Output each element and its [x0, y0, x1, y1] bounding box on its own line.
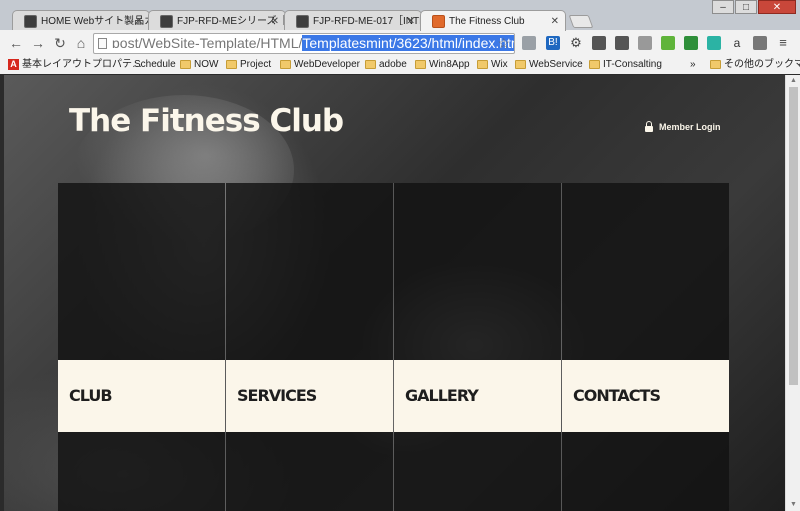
- bookmark-item[interactable]: Win8App: [415, 58, 470, 72]
- other-bookmarks[interactable]: その他のブックマーク: [710, 58, 800, 72]
- amazon-icon[interactable]: a: [730, 36, 744, 50]
- nav-item-gallery[interactable]: GALLERY: [394, 360, 561, 432]
- scroll-up-icon[interactable]: ▲: [786, 75, 800, 87]
- bookmark-item[interactable]: adobe: [365, 58, 407, 72]
- bookmarks-bar: A 基本レイアウトプロパテ… Schedule NOW Project WebDe…: [0, 56, 800, 74]
- nav-column-gallery: GALLERY: [394, 183, 562, 511]
- window-close-icon[interactable]: ✕: [758, 0, 796, 14]
- site-title[interactable]: The Fitness Club: [69, 103, 344, 139]
- cast-icon[interactable]: [638, 36, 652, 50]
- page-icon: [98, 38, 107, 49]
- bookmark-label: adobe: [379, 59, 407, 70]
- bookmark-item[interactable]: WebDeveloper: [280, 58, 360, 72]
- extension-icon[interactable]: [661, 36, 675, 50]
- nav-label: SERVICES: [237, 386, 317, 405]
- menu-icon[interactable]: ≡: [776, 36, 790, 50]
- address-bar[interactable]: ɒost/WebSite-Template/HTML/Templatesmint…: [93, 33, 515, 54]
- gear-icon[interactable]: ⚙: [569, 36, 583, 50]
- bookmark-item[interactable]: Schedule: [120, 58, 176, 72]
- page-favicon-icon: [24, 15, 37, 28]
- reload-icon[interactable]: ↻: [52, 35, 68, 51]
- nav-item-club[interactable]: CLUB: [58, 360, 225, 432]
- new-tab-button[interactable]: [568, 15, 594, 28]
- bookmark-label: IT-Consalting: [603, 59, 662, 70]
- adobe-icon: A: [8, 59, 19, 70]
- folder-icon: [710, 60, 721, 69]
- nav-label: GALLERY: [405, 386, 479, 405]
- extension-icon[interactable]: [522, 36, 536, 50]
- nav-label: CONTACTS: [573, 386, 661, 405]
- close-icon[interactable]: ✕: [407, 11, 415, 31]
- scrollbar-thumb[interactable]: [789, 87, 798, 385]
- folder-icon: [415, 60, 426, 69]
- bookmark-item[interactable]: NOW: [180, 58, 218, 72]
- template-favicon-icon: [432, 15, 445, 28]
- folder-icon: [280, 60, 291, 69]
- close-icon[interactable]: ✕: [551, 11, 559, 31]
- bookmark-item[interactable]: IT-Consalting: [589, 58, 662, 72]
- scroll-down-icon[interactable]: ▼: [786, 499, 800, 511]
- nav-label: CLUB: [69, 386, 113, 405]
- back-icon[interactable]: ←: [8, 35, 24, 51]
- nav-item-contacts[interactable]: CONTACTS: [562, 360, 729, 432]
- member-login-label: Member Login: [659, 122, 721, 132]
- page-viewport: The Fitness Club Member Login CLUB SERVI…: [4, 75, 785, 511]
- bookmark-item[interactable]: Project: [226, 58, 271, 72]
- tab-strip: HOME Webサイト製品カタロ ✕ FJP-RFD-MEシリーズ［従来 ✕ F…: [0, 0, 800, 31]
- forward-icon[interactable]: →: [30, 35, 46, 51]
- folder-icon: [180, 60, 191, 69]
- bookmark-label: その他のブックマーク: [724, 59, 800, 70]
- folder-icon: [365, 60, 376, 69]
- evernote-icon[interactable]: [684, 36, 698, 50]
- bookmark-label: Win8App: [429, 59, 470, 70]
- close-icon[interactable]: ✕: [271, 11, 279, 31]
- nav-column-contacts: CONTACTS: [562, 183, 729, 511]
- bookmark-star-icon[interactable]: ☆: [497, 34, 510, 53]
- window-controls: – □ ✕: [711, 0, 796, 14]
- bookmark-label: Project: [240, 59, 272, 70]
- tab-rfd-me-series[interactable]: FJP-RFD-MEシリーズ［従来 ✕: [148, 10, 286, 31]
- folder-icon: [589, 60, 600, 69]
- browser-toolbar: ← → ↻ ⌂ ɒost/WebSite-Template/HTML/Templ…: [0, 30, 800, 56]
- bookmark-label: NOW: [194, 59, 219, 70]
- tab-home[interactable]: HOME Webサイト製品カタロ ✕: [12, 10, 150, 31]
- minimize-icon[interactable]: –: [712, 0, 734, 14]
- tab-title: The Fitness Club: [449, 16, 525, 27]
- home-icon[interactable]: ⌂: [73, 35, 89, 51]
- extension-icon[interactable]: [592, 36, 606, 50]
- close-icon[interactable]: ✕: [135, 11, 143, 31]
- main-nav-grid: CLUB SERVICES GALLERY CONTACTS: [58, 183, 729, 511]
- tab-fitness-club[interactable]: The Fitness Club ✕: [420, 10, 566, 31]
- vertical-scrollbar[interactable]: ▲ ▼: [785, 75, 800, 511]
- tab-rfd-me-017[interactable]: FJP-RFD-ME-017［INTE ✕: [284, 10, 422, 31]
- nav-column-club: CLUB: [58, 183, 226, 511]
- bookmark-label: WebDeveloper: [294, 59, 360, 70]
- nav-column-services: SERVICES: [226, 183, 394, 511]
- folder-icon: [226, 60, 237, 69]
- pocket-icon[interactable]: [615, 36, 629, 50]
- bookmark-item[interactable]: Wix: [477, 58, 508, 72]
- bookmark-label: Schedule: [134, 59, 176, 70]
- bookmark-item[interactable]: WebService: [515, 58, 583, 72]
- bookmarks-overflow-button[interactable]: »: [690, 58, 696, 72]
- folder-icon: [477, 60, 488, 69]
- extension-icon[interactable]: [707, 36, 721, 50]
- url-text: ɒost/WebSite-Template/HTML/: [112, 35, 303, 51]
- shield-icon[interactable]: [753, 36, 767, 50]
- browser-chrome: HOME Webサイト製品カタロ ✕ FJP-RFD-MEシリーズ［従来 ✕ F…: [0, 0, 800, 74]
- bookmark-label: WebService: [529, 59, 583, 70]
- maximize-icon[interactable]: □: [735, 0, 757, 14]
- member-login-link[interactable]: Member Login: [645, 121, 721, 132]
- hatena-bookmark-icon[interactable]: B!: [546, 36, 560, 50]
- url-selected-text: Templatesmint/3623/html/index.html: [302, 35, 514, 51]
- nav-item-services[interactable]: SERVICES: [226, 360, 393, 432]
- page-favicon-icon: [296, 15, 309, 28]
- folder-icon: [515, 60, 526, 69]
- lock-icon: [645, 121, 653, 132]
- bookmark-label: Wix: [491, 59, 508, 70]
- page-favicon-icon: [160, 15, 173, 28]
